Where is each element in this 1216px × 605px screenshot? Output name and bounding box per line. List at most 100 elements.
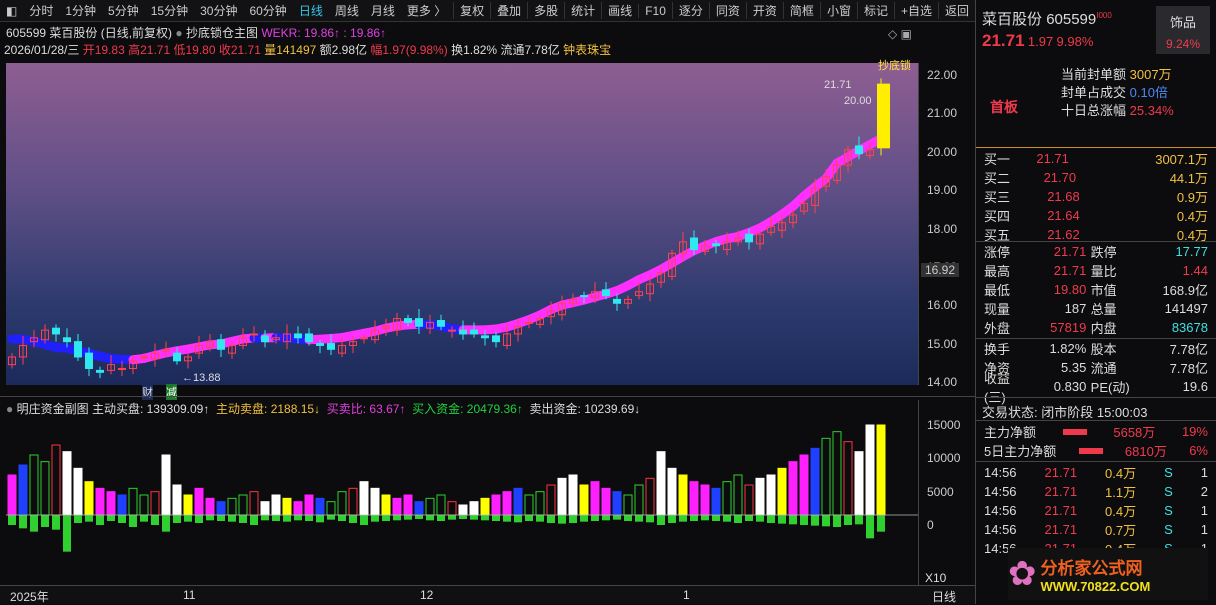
- candle[interactable]: [141, 357, 148, 358]
- low-label: ←13.88: [182, 372, 221, 384]
- candle[interactable]: [691, 238, 698, 250]
- bid-row-cell: 44.1万: [1170, 168, 1208, 187]
- period-tab[interactable]: 15分钟: [145, 2, 194, 19]
- sell-bar: [129, 515, 137, 527]
- stat-row-cell: 最低: [984, 280, 1026, 299]
- candle[interactable]: [856, 146, 863, 154]
- candle[interactable]: [416, 319, 423, 327]
- zoom-level[interactable]: X10: [925, 571, 946, 585]
- candle[interactable]: [493, 336, 500, 342]
- toolbar-button[interactable]: 画线: [601, 2, 638, 19]
- toolbar-button[interactable]: 开资: [746, 2, 783, 19]
- candle[interactable]: [746, 234, 753, 242]
- candle[interactable]: [317, 344, 324, 346]
- tick-row-cell: 14:56: [984, 503, 1017, 518]
- toolbar-button[interactable]: 小窗: [820, 2, 857, 19]
- candle[interactable]: [251, 334, 258, 335]
- candle[interactable]: [97, 370, 104, 372]
- sell-bar: [855, 515, 863, 524]
- price-tick: 22.00: [927, 68, 957, 82]
- price-change: 1.97: [1028, 34, 1053, 49]
- toolbar-button[interactable]: 多股: [527, 2, 564, 19]
- price-tick: 19.00: [927, 183, 957, 197]
- period-tab[interactable]: 日线: [293, 2, 329, 19]
- fund-bar: [811, 448, 819, 515]
- candle[interactable]: [713, 244, 720, 246]
- sell-bar: [294, 515, 302, 520]
- toolbar-button[interactable]: +自选: [894, 2, 938, 19]
- sell-bar: [679, 515, 687, 522]
- fund-bar: [19, 465, 27, 515]
- period-tab[interactable]: 更多 〉: [401, 2, 452, 19]
- toolbar-button[interactable]: 同资: [709, 2, 746, 19]
- candle[interactable]: [603, 290, 610, 296]
- candle[interactable]: [64, 338, 71, 342]
- candle[interactable]: [482, 336, 489, 338]
- candle[interactable]: [361, 338, 368, 339]
- sell-bar: [151, 515, 159, 525]
- period-button[interactable]: 日线: [932, 588, 956, 605]
- candle[interactable]: [526, 322, 533, 323]
- fund-bar: [96, 488, 104, 515]
- candle[interactable]: [449, 330, 456, 331]
- settings-circle-icon[interactable]: ●: [175, 26, 182, 40]
- sell-bar: [536, 515, 544, 522]
- period-tab[interactable]: 30分钟: [194, 2, 243, 19]
- finance-tag[interactable]: 财: [142, 384, 153, 400]
- toolbar-button[interactable]: 标记: [857, 2, 894, 19]
- fund-bar: [349, 488, 357, 515]
- diamond-icon[interactable]: ◇ ▣: [888, 27, 912, 41]
- candle[interactable]: [86, 353, 93, 368]
- period-tab[interactable]: 分时: [23, 2, 59, 19]
- sell-bar: [338, 515, 346, 521]
- toolbar-button[interactable]: 简框: [783, 2, 820, 19]
- candle[interactable]: [295, 334, 302, 338]
- candle[interactable]: [878, 84, 890, 148]
- toolbar-button[interactable]: F10: [638, 4, 672, 18]
- candle[interactable]: [262, 336, 269, 342]
- fund-flow-chart[interactable]: [6, 415, 918, 585]
- candle[interactable]: [405, 319, 412, 323]
- toolbar-button[interactable]: 叠加: [490, 2, 527, 19]
- price-pct: 9.98%: [1057, 34, 1094, 49]
- stat-row-cell: 最高: [984, 261, 1026, 280]
- sell-bar: [800, 515, 808, 525]
- stat-row-cell: 17.77: [1150, 244, 1208, 259]
- period-tab[interactable]: 60分钟: [243, 2, 292, 19]
- sell-bar: [877, 515, 885, 532]
- settings-circle-icon[interactable]: ●: [6, 402, 13, 416]
- candle[interactable]: [174, 353, 181, 361]
- stat-row-cell: 21.71: [1030, 244, 1086, 259]
- toolbar-button[interactable]: 复权: [453, 2, 490, 19]
- candle[interactable]: [438, 321, 445, 327]
- candle[interactable]: [614, 299, 621, 303]
- candle[interactable]: [75, 342, 82, 357]
- candle[interactable]: [328, 344, 335, 350]
- sector-box[interactable]: 饰品9.24%: [1156, 6, 1210, 54]
- period-tab[interactable]: 周线: [329, 2, 365, 19]
- period-tab[interactable]: 月线: [365, 2, 401, 19]
- toolbar-button[interactable]: 统计: [564, 2, 601, 19]
- stat-row-cell: 股本: [1091, 339, 1146, 358]
- candle[interactable]: [306, 334, 313, 342]
- toolbar-button[interactable]: 逐分: [672, 2, 709, 19]
- reduce-tag[interactable]: 减: [166, 384, 177, 400]
- sub-title[interactable]: 明庄资金副图: [17, 402, 89, 416]
- indicator-name[interactable]: 抄底锁仓主图: [186, 26, 258, 40]
- candle[interactable]: [471, 330, 478, 334]
- sell-bar: [767, 515, 775, 523]
- sector-link[interactable]: 钟表珠宝: [563, 43, 611, 57]
- period-tab[interactable]: 1分钟: [59, 2, 102, 19]
- sub-axis: 150001000050000: [918, 400, 974, 585]
- candle[interactable]: [119, 368, 126, 369]
- flow-row-cell: 5日主力净额: [984, 441, 1056, 460]
- candle[interactable]: [218, 340, 225, 350]
- candlestick-chart[interactable]: 21.71 20.00 ←13.88 财 减 抄底锁: [6, 63, 918, 385]
- candle[interactable]: [53, 328, 60, 334]
- candle[interactable]: [581, 296, 588, 297]
- candle[interactable]: [460, 330, 467, 334]
- sell-bar: [844, 515, 852, 525]
- period-tab[interactable]: 5分钟: [102, 2, 145, 19]
- sidebar-toggle-icon[interactable]: ◧: [0, 4, 23, 18]
- toolbar-button[interactable]: 返回: [938, 2, 975, 19]
